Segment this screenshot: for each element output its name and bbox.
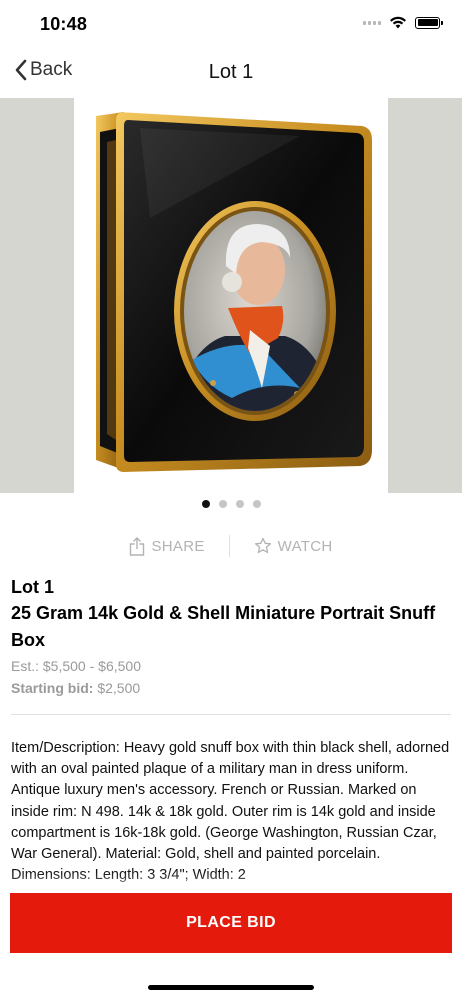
battery-icon: [415, 16, 443, 29]
watch-label: WATCH: [277, 537, 333, 555]
share-icon: [130, 537, 145, 556]
lot-photo: [74, 98, 388, 493]
star-outline-icon: [254, 537, 271, 554]
lot-image-carousel[interactable]: [0, 98, 462, 493]
carousel-dot[interactable]: [252, 500, 261, 508]
wifi-icon: [390, 16, 406, 29]
starting-bid: Starting bid: $2,500: [11, 677, 451, 699]
carousel-page-indicator[interactable]: [0, 500, 462, 508]
back-button[interactable]: Back: [14, 58, 72, 82]
place-bid-button[interactable]: PLACE BID: [10, 893, 452, 953]
carousel-dot[interactable]: [201, 500, 210, 508]
carousel-dot[interactable]: [235, 500, 244, 508]
starting-bid-value: $2,500: [97, 680, 141, 696]
lot-info: Lot 1 25 Gram 14k Gold & Shell Miniature…: [11, 574, 451, 699]
chevron-left-icon: [15, 59, 27, 81]
lot-actions: SHARE WATCH: [0, 531, 462, 561]
carousel-dot[interactable]: [218, 500, 227, 508]
lot-title: 25 Gram 14k Gold & Shell Miniature Portr…: [11, 603, 436, 650]
home-indicator[interactable]: [148, 985, 314, 990]
share-label: SHARE: [151, 537, 205, 555]
lot-number: Lot 1: [11, 577, 54, 597]
starting-bid-label: Starting bid:: [11, 680, 94, 696]
status-time: 10:48: [40, 14, 88, 34]
status-icons: [363, 16, 443, 29]
share-button[interactable]: SHARE: [129, 536, 204, 556]
watch-button[interactable]: WATCH: [254, 537, 333, 555]
lot-estimate: Est.: $5,500 - $6,500: [11, 658, 141, 674]
actions-divider: [228, 535, 230, 557]
signal-icon: [363, 20, 381, 25]
section-divider: [11, 714, 451, 715]
navigation-bar: Back Lot 1: [0, 50, 462, 98]
lot-description: Item/Description: Heavy gold snuff box w…: [11, 740, 450, 884]
status-bar: 10:48: [0, 0, 462, 50]
back-label: Back: [30, 59, 73, 80]
